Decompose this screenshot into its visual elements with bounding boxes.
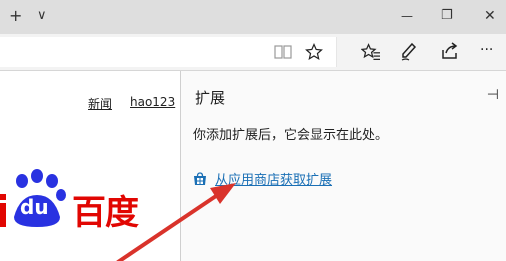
favorites-icon[interactable] [361,43,381,61]
empty-message: 你添加扩展后，它会显示在此处。 [193,128,389,143]
store-link-label: 从应用商店获取扩展 [215,173,333,188]
store-icon [194,171,206,185]
logo-latin-text: du [20,195,49,219]
hao123-link[interactable]: hao123 [130,95,175,109]
panel-title: 扩展 [195,89,226,107]
store-link[interactable]: 从应用商店获取扩展 [193,169,332,188]
logo-chinese-text: 百度 [72,193,139,233]
pin-icon[interactable]: ⊣ [487,87,499,103]
more-button[interactable]: ··· [480,42,493,58]
star-icon[interactable] [305,43,323,61]
title-bar: + ∨ — ❐ ✕ [0,0,506,34]
book-icon[interactable] [274,45,292,59]
baidu-logo[interactable]: du 百度 [0,167,150,247]
pen-icon[interactable] [400,42,418,62]
address-bar: ··· [0,34,506,71]
close-button[interactable]: ✕ [484,8,496,24]
news-link[interactable]: 新闻 [88,95,112,112]
tab-list-button[interactable]: ∨ [37,8,47,23]
new-tab-button[interactable]: + [9,6,22,25]
url-input[interactable] [0,37,337,67]
restore-button[interactable]: ❐ [441,8,453,23]
extensions-panel: 扩展 ⊣ 你添加扩展后，它会显示在此处。 从应用商店获取扩展 [180,71,506,261]
web-page: 新闻 hao123 du 百度 [0,71,180,261]
minimize-button[interactable]: — [401,9,413,23]
share-icon[interactable] [440,42,460,60]
